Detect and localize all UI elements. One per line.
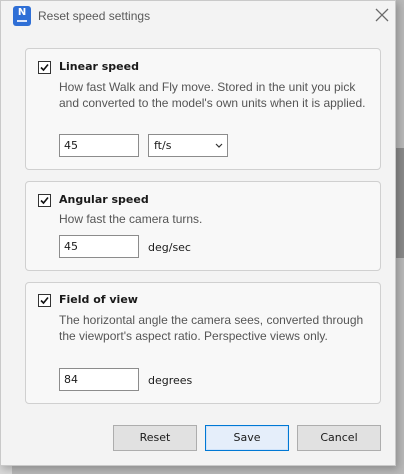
angular-speed-description: How fast the camera turns. <box>59 212 203 226</box>
field-of-view-label: Field of view <box>59 293 138 306</box>
angular-speed-group: Angular speed How fast the camera turns.… <box>25 181 381 271</box>
app-icon: N <box>13 6 31 26</box>
field-of-view-group: Field of view The horizontal angle the c… <box>25 282 381 404</box>
field-of-view-checkbox[interactable] <box>38 294 51 307</box>
linear-speed-description: How fast Walk and Fly move. Stored in th… <box>59 80 366 110</box>
linear-speed-unit-value: ft/s <box>154 139 172 152</box>
angular-speed-input[interactable]: 45 <box>59 235 139 258</box>
background-window-edge <box>396 148 404 258</box>
reset-button[interactable]: Reset <box>113 425 197 451</box>
cancel-button[interactable]: Cancel <box>297 425 381 451</box>
linear-speed-input[interactable]: 45 <box>59 134 139 157</box>
checkmark-icon <box>40 296 49 305</box>
field-of-view-unit: degrees <box>148 374 193 387</box>
angular-speed-checkbox[interactable] <box>38 194 51 207</box>
dialog-title: Reset speed settings <box>38 9 151 23</box>
checkmark-icon <box>40 196 49 205</box>
app-icon-letter: N <box>17 7 27 18</box>
linear-speed-checkbox[interactable] <box>38 61 51 74</box>
chevron-down-icon <box>215 143 223 148</box>
reset-speed-dialog: N Reset speed settings Linear speed How … <box>0 0 396 466</box>
checkmark-icon <box>40 63 49 72</box>
field-of-view-description: The horizontal angle the camera sees, co… <box>59 313 364 343</box>
linear-speed-group: Linear speed How fast Walk and Fly move.… <box>25 48 381 170</box>
field-of-view-input[interactable]: 84 <box>59 368 139 391</box>
close-icon[interactable] <box>373 6 391 24</box>
save-button[interactable]: Save <box>205 425 289 451</box>
linear-speed-unit-select[interactable]: ft/s <box>148 134 228 157</box>
linear-speed-label: Linear speed <box>59 60 139 73</box>
angular-speed-unit: deg/sec <box>148 241 191 254</box>
angular-speed-label: Angular speed <box>59 193 149 206</box>
title-bar[interactable]: N Reset speed settings <box>1 1 395 32</box>
